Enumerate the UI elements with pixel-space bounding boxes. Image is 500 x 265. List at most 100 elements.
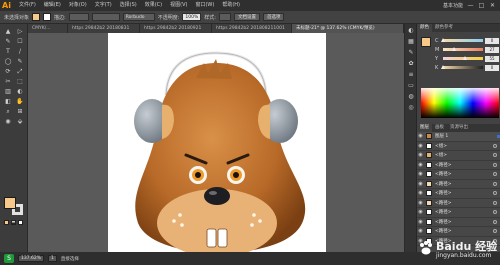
- layer-target-icon[interactable]: [493, 153, 497, 158]
- color-mode-swatch[interactable]: [4, 220, 9, 225]
- layer-target-icon[interactable]: [493, 200, 497, 205]
- style-dropdown[interactable]: [218, 13, 231, 21]
- transparency-panel-icon[interactable]: ◍: [407, 93, 415, 101]
- slider-value-m[interactable]: 27: [485, 46, 499, 53]
- menu-window[interactable]: 窗口(W): [191, 0, 218, 11]
- layer-row[interactable]: ◉ <路径>: [417, 180, 500, 189]
- type-tool-icon[interactable]: T: [3, 48, 13, 56]
- slider-value-k[interactable]: 0: [485, 64, 499, 71]
- symbols-panel-icon[interactable]: ✿: [407, 60, 415, 68]
- menu-object[interactable]: 对象(O): [65, 0, 91, 11]
- layer-target-icon[interactable]: [493, 143, 497, 148]
- slider-track-c[interactable]: [441, 38, 483, 42]
- slider-y[interactable]: Y 55: [417, 54, 500, 63]
- swatches-panel-icon[interactable]: ▦: [407, 38, 415, 46]
- layer-target-icon[interactable]: [493, 229, 497, 234]
- brush-dropdown[interactable]: Rorbudo: [122, 13, 155, 21]
- visibility-eye-icon[interactable]: ◉: [417, 190, 424, 196]
- visibility-eye-icon[interactable]: ◉: [417, 143, 424, 149]
- doc-tab[interactable]: https 29842b2 20180831: [68, 24, 140, 33]
- scale-tool-icon[interactable]: ⤢: [15, 68, 25, 76]
- tab-artboards[interactable]: 画板: [432, 124, 447, 132]
- gradient-panel-icon[interactable]: ▭: [407, 82, 415, 90]
- rectangle-tool-icon[interactable]: ☐: [15, 38, 25, 46]
- visibility-eye-icon[interactable]: ◉: [417, 200, 424, 206]
- maximize-icon[interactable]: □: [478, 2, 485, 9]
- menu-select[interactable]: 选择(S): [116, 0, 141, 11]
- appearance-panel-icon[interactable]: ◎: [407, 104, 415, 112]
- layer-row[interactable]: ◉ <路径>: [417, 208, 500, 218]
- selection-tool-icon[interactable]: ▲: [3, 28, 13, 36]
- layer-row[interactable]: ◉ <路径>: [417, 199, 500, 208]
- layer-target-icon[interactable]: [493, 172, 497, 177]
- ellipse-tool-icon[interactable]: ◯: [3, 58, 13, 66]
- doc-tab[interactable]: https 29842b2 201808211001: [212, 24, 292, 33]
- tab-color[interactable]: 颜色: [417, 24, 432, 32]
- layer-name[interactable]: <路径>: [435, 181, 452, 187]
- menu-effect[interactable]: 效果(C): [141, 0, 166, 11]
- layer-name[interactable]: <路径>: [435, 190, 452, 196]
- layer-row[interactable]: ◉ <路径>: [417, 189, 500, 199]
- layer-name[interactable]: <路径>: [435, 228, 452, 234]
- visibility-eye-icon[interactable]: ◉: [417, 209, 424, 215]
- layer-name[interactable]: <路径>: [435, 219, 452, 225]
- opacity-field[interactable]: 100%: [182, 13, 202, 21]
- layer-name[interactable]: 图层 1: [435, 133, 448, 139]
- visibility-eye-icon[interactable]: ◉: [417, 133, 424, 139]
- stroke-panel-icon[interactable]: ≡: [407, 71, 415, 79]
- eyedropper-tool-icon[interactable]: ◉: [3, 118, 13, 126]
- stroke-swatch-control[interactable]: [43, 13, 52, 21]
- none-mode-swatch[interactable]: [18, 220, 23, 225]
- blend-tool-icon[interactable]: ⬙: [15, 118, 25, 126]
- visibility-eye-icon[interactable]: ◉: [417, 152, 424, 158]
- layer-name[interactable]: <路径>: [435, 200, 452, 206]
- fill-swatch-control[interactable]: [32, 13, 41, 21]
- layer-row[interactable]: ◉ <路径>: [417, 161, 500, 170]
- variable-width-dropdown[interactable]: [91, 13, 120, 21]
- menu-edit[interactable]: 编辑(E): [40, 0, 65, 11]
- beaver-illustration[interactable]: [108, 33, 326, 252]
- menu-type[interactable]: 文字(T): [91, 0, 116, 11]
- visibility-eye-icon[interactable]: ◉: [417, 228, 424, 234]
- layer-target-icon[interactable]: [493, 210, 497, 215]
- layer-row[interactable]: ◉ <路径>: [417, 170, 500, 180]
- artboard[interactable]: [108, 33, 326, 252]
- free-transform-tool-icon[interactable]: ⬚: [15, 78, 25, 86]
- gradient-mode-swatch[interactable]: [11, 220, 16, 225]
- doc-tab[interactable]: CMYK/...: [28, 24, 68, 33]
- symbol-tool-icon[interactable]: ⊞: [15, 108, 25, 116]
- doc-tab-active[interactable]: 未标题-21* @ 137.62% (CMYK/预览): [292, 24, 404, 33]
- tab-color-guide[interactable]: 颜色参考: [432, 24, 456, 32]
- tab-layers[interactable]: 图层: [417, 124, 432, 132]
- slider-value-c[interactable]: 0: [485, 37, 499, 44]
- layer-row[interactable]: ◉ <路径>: [417, 218, 500, 227]
- visibility-eye-icon[interactable]: ◉: [417, 219, 424, 225]
- layer-target-icon[interactable]: [493, 219, 497, 224]
- direct-selection-tool-icon[interactable]: ▷: [15, 28, 25, 36]
- layer-target-icon[interactable]: [493, 181, 497, 186]
- layer-row[interactable]: ◉ <路径>: [417, 227, 500, 237]
- close-icon[interactable]: ✕: [489, 2, 496, 9]
- menu-view[interactable]: 视图(V): [166, 0, 191, 11]
- canvas-area[interactable]: [28, 33, 404, 252]
- zoom-tool-icon[interactable]: ⌕: [3, 108, 13, 116]
- visibility-eye-icon[interactable]: ◉: [417, 171, 424, 177]
- layer-name[interactable]: <路径>: [435, 171, 452, 177]
- pen-tool-icon[interactable]: ✎: [3, 38, 13, 46]
- artboard-tool-icon[interactable]: ◧: [3, 98, 13, 106]
- layer-row[interactable]: ◉ <组>: [417, 142, 500, 151]
- doc-tab[interactable]: https 29842b2 20180921: [140, 24, 212, 33]
- document-setup-button[interactable]: 文档设置: [233, 13, 260, 21]
- layer-target-icon[interactable]: [493, 191, 497, 196]
- slider-value-y[interactable]: 55: [485, 55, 499, 62]
- layer-name[interactable]: <组>: [435, 152, 447, 158]
- current-color-swatch[interactable]: [421, 37, 431, 47]
- menu-help[interactable]: 帮助(H): [218, 0, 244, 11]
- pencil-tool-icon[interactable]: ✎: [15, 58, 25, 66]
- layer-name[interactable]: <路径>: [435, 162, 452, 168]
- slider-track-m[interactable]: [443, 47, 483, 51]
- scissors-tool-icon[interactable]: ✂: [3, 78, 13, 86]
- minimize-icon[interactable]: —: [467, 2, 474, 9]
- stroke-weight-dropdown[interactable]: [68, 13, 89, 21]
- preferences-button[interactable]: 首选项: [262, 13, 285, 21]
